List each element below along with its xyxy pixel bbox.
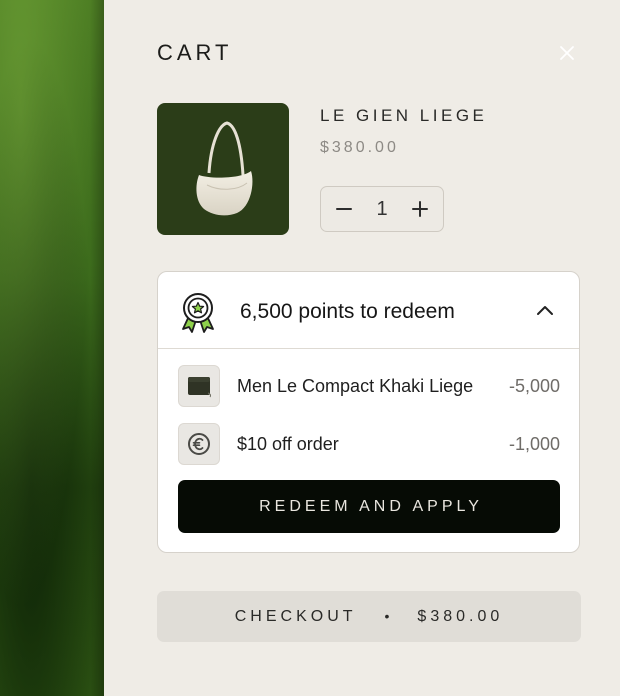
points-to-redeem: 6,500 points to redeem: [240, 300, 455, 323]
minus-icon: [336, 208, 352, 210]
bag-icon: [196, 121, 253, 216]
decrease-quantity-button[interactable]: [331, 196, 357, 222]
rewards-panel: 6,500 points to redeem Men Le Compact Kh…: [157, 271, 580, 553]
product-price: $380.00: [320, 139, 399, 156]
checkout-button[interactable]: CHECKOUT • $380.00: [157, 591, 581, 642]
product-name[interactable]: LE GIEN LIEGE: [320, 106, 487, 126]
quantity-value: 1: [376, 197, 388, 220]
reward-item[interactable]: $10 off order -1,000: [178, 423, 560, 465]
reward-item-label: Men Le Compact Khaki Liege: [237, 376, 474, 396]
close-button[interactable]: [556, 42, 578, 64]
reward-item-label: $10 off order: [237, 434, 339, 454]
checkout-separator: •: [384, 607, 390, 624]
rewards-toggle[interactable]: 6,500 points to redeem: [158, 272, 579, 349]
wallet-thumbnail: [178, 365, 220, 407]
checkout-label: CHECKOUT: [234, 607, 357, 625]
quantity-stepper: 1: [320, 186, 444, 232]
plus-icon: [412, 201, 428, 217]
close-icon: [560, 46, 574, 60]
euro-thumbnail: [178, 423, 220, 465]
wallet-icon: [188, 377, 212, 398]
increase-quantity-button[interactable]: [407, 196, 433, 222]
cart-drawer: CART LE GIEN LIEGE $380.00 1 6,500 point…: [104, 0, 620, 696]
checkout-total: $380.00: [417, 607, 504, 625]
euro-coin-icon: [188, 433, 210, 455]
chevron-up-icon: [537, 306, 553, 315]
cart-title: CART: [157, 40, 233, 65]
reward-item-points: -5,000: [508, 376, 560, 396]
product-image[interactable]: [157, 103, 289, 235]
page-background-grass: [0, 0, 104, 696]
reward-item[interactable]: Men Le Compact Khaki Liege -5,000: [178, 365, 560, 407]
reward-item-points: -1,000: [508, 434, 560, 454]
redeem-and-apply-button[interactable]: REDEEM AND APPLY: [178, 480, 560, 533]
award-ribbon-icon: [182, 293, 214, 333]
